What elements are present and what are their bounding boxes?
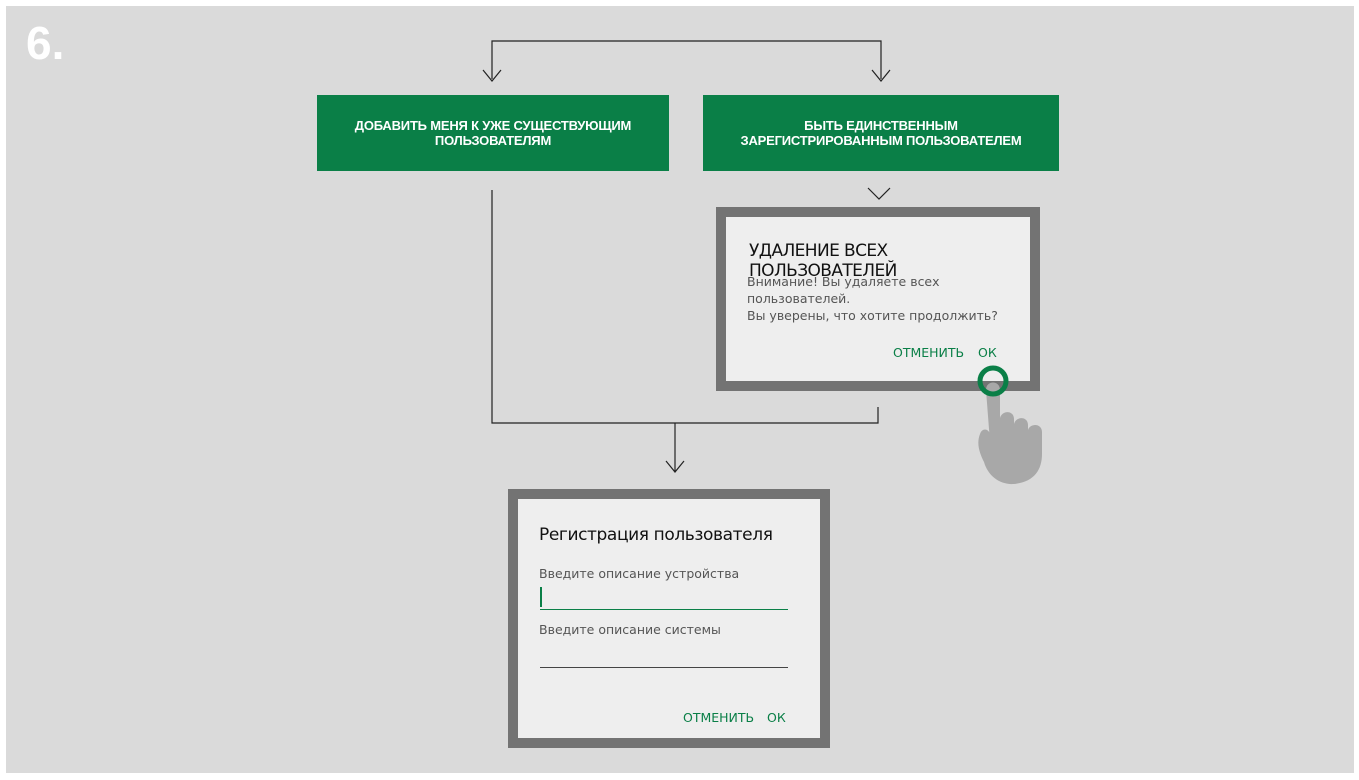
registration-cancel-button[interactable]: ОТМЕНИТЬ [683,710,754,725]
hand-silhouette [978,382,1042,485]
delete-dialog-message-line2: пользователей. [747,291,851,306]
device-field-underline [540,609,788,610]
registration-ok-button[interactable]: ОК [767,710,786,725]
delete-dialog-cancel-button[interactable]: ОТМЕНИТЬ [893,345,964,360]
system-field-underline [540,667,788,668]
user-registration-dialog: Регистрация пользователя Введите описани… [508,489,830,748]
system-field-label: Введите описание системы [539,622,721,637]
be-only-user-label: БЫТЬ ЕДИНСТВЕННЫМ ЗАРЕГИСТРИРОВАННЫМ ПОЛ… [740,118,1022,148]
diagram-canvas: 6. ДОБАВИТЬ МЕНЯ К УЖЕ СУЩЕСТВУЮЩИМ ПОЛЬ… [6,6,1354,773]
device-field-label: Введите описание устройства [539,566,740,581]
device-field-input[interactable] [540,587,788,609]
registration-dialog-title: Регистрация пользователя [539,525,773,545]
delete-dialog-message-line1: Внимание! Вы удаляете всех [747,274,940,289]
add-to-existing-users-label: ДОБАВИТЬ МЕНЯ К УЖЕ СУЩЕСТВУЮЩИМ ПОЛЬЗОВ… [354,118,632,148]
be-only-user-option[interactable]: БЫТЬ ЕДИНСТВЕННЫМ ЗАРЕГИСТРИРОВАННЫМ ПОЛ… [703,95,1059,171]
tap-hand-icon [977,365,1042,485]
add-to-existing-users-option[interactable]: ДОБАВИТЬ МЕНЯ К УЖЕ СУЩЕСТВУЮЩИМ ПОЛЬЗОВ… [317,95,669,171]
system-field-input[interactable] [540,644,788,666]
arrow-head-delete-dialog [867,187,891,200]
delete-dialog-message-line3: Вы уверены, что хотите продолжить? [747,308,998,323]
split-connector [491,40,882,79]
